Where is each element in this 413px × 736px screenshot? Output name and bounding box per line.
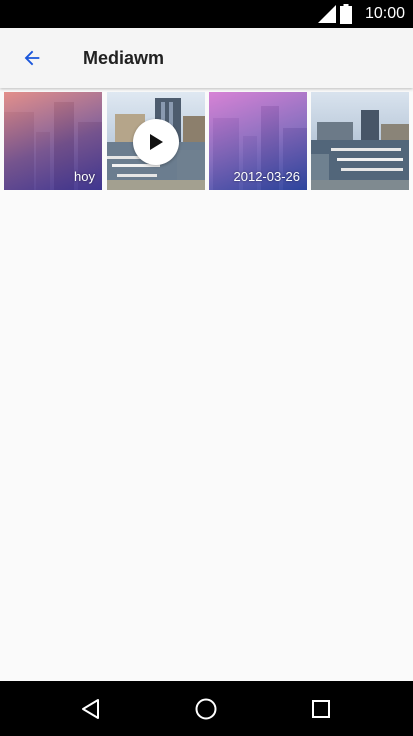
play-button[interactable] [133, 119, 179, 165]
cell-signal-icon [318, 5, 336, 23]
back-triangle-icon [82, 699, 99, 719]
recents-square-icon [312, 700, 330, 718]
back-button[interactable] [14, 40, 50, 76]
media-tile-video[interactable] [107, 92, 205, 190]
battery-icon [340, 4, 352, 24]
app-bar: Mediawm [0, 28, 413, 88]
media-tile-photo[interactable] [311, 92, 409, 190]
system-nav-bar [0, 681, 413, 736]
nav-home-button[interactable] [188, 691, 224, 727]
thumbnail-image [311, 92, 409, 190]
page-title: Mediawm [83, 48, 165, 68]
nav-recents-button[interactable] [303, 691, 339, 727]
home-circle-icon [195, 698, 217, 720]
album-label: 2012-03-26 [233, 169, 301, 184]
status-bar: 10:00 [0, 0, 413, 28]
media-tile-album-2012-03-26[interactable]: 2012-03-26 [209, 92, 307, 190]
play-icon [150, 134, 163, 150]
nav-back-button[interactable] [73, 691, 109, 727]
media-tile-album-hoy[interactable]: hoy [4, 92, 102, 190]
media-grid: hoy 2012-03-26 [4, 92, 410, 190]
album-label: hoy [74, 169, 95, 184]
status-time: 10:00 [364, 5, 405, 22]
arrow-back-icon [24, 50, 40, 66]
